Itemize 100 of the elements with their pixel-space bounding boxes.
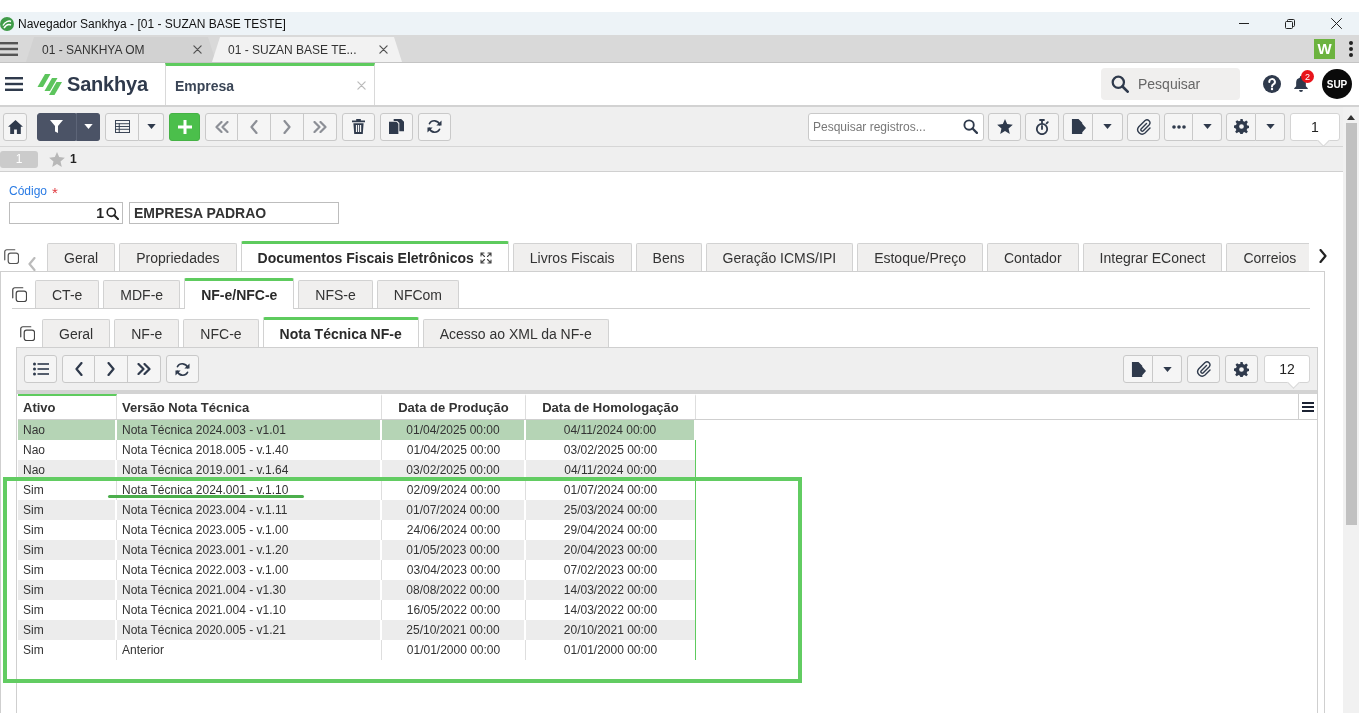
chevron-left-icon — [74, 362, 83, 376]
tab[interactable]: Propriedades — [119, 243, 237, 271]
record-count: 12 — [1264, 355, 1310, 389]
table-cell: Sim — [18, 640, 117, 660]
tab[interactable]: Geração ICMS/IPI — [705, 243, 854, 271]
list-button[interactable] — [24, 355, 57, 383]
duplicate-button[interactable] — [380, 112, 413, 141]
tab[interactable]: CT-e — [35, 280, 100, 308]
table-cell: 01/01/2000 00:00 — [526, 640, 696, 660]
expand-icon — [479, 252, 492, 264]
tab[interactable]: Integrar EConect — [1082, 243, 1223, 271]
chevron-left-icon — [250, 119, 258, 134]
trash-icon — [352, 119, 365, 134]
chevron-right-icon — [107, 362, 115, 376]
settings-icon — [1233, 119, 1249, 134]
required-mark: * — [52, 183, 58, 200]
tab[interactable]: Documentos Fiscais Eletrônicos — [240, 241, 509, 271]
minimize-icon — [1239, 23, 1249, 24]
favorite-button[interactable] — [988, 112, 1021, 141]
chevron-right-icon — [1319, 249, 1327, 263]
code-field[interactable]: 1 — [9, 202, 123, 224]
scroll-up-arrow-icon — [1347, 115, 1355, 120]
favorites-count: 1 — [70, 152, 77, 166]
scrollbar[interactable] — [1343, 107, 1359, 713]
search-icon — [963, 119, 978, 134]
copy-icon — [4, 249, 19, 264]
double-chevron-right-icon — [313, 120, 327, 133]
copy-icon — [20, 326, 35, 341]
stopwatch-icon — [1035, 118, 1049, 135]
restore-icon — [1285, 18, 1295, 29]
tab[interactable]: MDF-e — [103, 280, 181, 308]
dropdown-button[interactable] — [76, 112, 100, 141]
scrollbar-thumb[interactable] — [1345, 123, 1357, 525]
tab[interactable]: Correios — [1226, 243, 1309, 271]
export-button[interactable] — [1123, 355, 1153, 383]
table-row[interactable]: Sim Nota Técnica 2020.005 - v1.21 25/10/2021 00:00 20/10/2021 00:00 — [18, 620, 696, 640]
add-button[interactable] — [169, 112, 200, 141]
column-header[interactable]: Data de Produção — [382, 394, 526, 419]
chevron-left-icon — [28, 257, 36, 271]
delete-button[interactable] — [342, 112, 375, 141]
copy-icon — [12, 287, 27, 302]
refresh-button[interactable] — [166, 355, 199, 383]
tab[interactable]: NFCom — [376, 280, 460, 308]
next-button[interactable] — [95, 355, 128, 383]
settings-button[interactable] — [1225, 355, 1258, 383]
previous-button[interactable] — [62, 355, 95, 383]
chevron-right-icon — [283, 119, 291, 134]
search-field[interactable]: Pesquisar registros... — [808, 112, 984, 141]
more-button[interactable] — [1164, 112, 1193, 141]
paperclip-icon — [1135, 118, 1152, 135]
close-icon — [356, 81, 366, 90]
tab[interactable]: Bens — [635, 243, 702, 271]
screen-tab[interactable]: Empresa — [164, 63, 375, 105]
tab[interactable]: Nota Técnica NF-e — [262, 317, 419, 348]
browser-tab[interactable]: 01 - SUZAN BASE TE... — [212, 37, 402, 62]
last-button[interactable] — [128, 355, 161, 383]
attach-button[interactable] — [1127, 112, 1160, 141]
browser-tab[interactable]: 01 - SANKHYA OM — [26, 37, 216, 62]
paperclip-icon — [1195, 361, 1212, 377]
avatar[interactable]: SUP — [1322, 69, 1352, 99]
brand-name: Sankhya — [67, 72, 148, 96]
tab[interactable]: Geral — [42, 319, 111, 347]
tab[interactable]: Contador — [986, 243, 1079, 271]
search-field[interactable]: Pesquisar — [1101, 68, 1240, 100]
grid-view-button[interactable] — [105, 112, 139, 141]
table-row[interactable]: Sim Nota Técnica 2023.004 - v.1.11 01/07/2024 00:00 25/03/2024 00:00 — [18, 500, 696, 520]
timer-button[interactable] — [1025, 112, 1059, 141]
notification-badge: 2 — [1301, 70, 1314, 83]
refresh-icon — [175, 361, 190, 377]
plus-icon — [177, 119, 192, 134]
settings-button[interactable] — [1226, 112, 1256, 141]
kebab-menu-icon — [1349, 40, 1353, 57]
table-row[interactable]: Sim Nota Técnica 2021.004 - v1.30 08/08/2022 00:00 14/03/2022 00:00 — [18, 580, 696, 600]
tab[interactable]: Acesso ao XML da NF-e — [422, 319, 609, 347]
tab[interactable]: Geral — [47, 243, 116, 271]
table-row[interactable]: Nao Nota Técnica 2019.001 - v.1.64 03/02/2025 00:00 04/11/2024 00:00 — [18, 460, 696, 480]
tab[interactable]: Livros Fiscais — [512, 243, 632, 271]
field-label: Código — [9, 184, 48, 198]
close-icon — [1330, 18, 1342, 29]
column-header[interactable]: Data de Homologação — [526, 394, 696, 419]
filter-button[interactable] — [37, 112, 76, 141]
app-icon — [0, 16, 14, 31]
tab[interactable]: NFC-e — [183, 319, 259, 347]
tab[interactable]: NF-e — [114, 319, 180, 347]
menu-icon — [5, 77, 23, 91]
export-button[interactable] — [1063, 112, 1093, 141]
column-header[interactable]: Versão Nota Técnica — [117, 394, 382, 419]
tab[interactable]: NF-e/NFC-e — [184, 278, 295, 309]
tab[interactable]: NFS-e — [298, 280, 373, 308]
refresh-button[interactable] — [418, 112, 451, 141]
list-icon — [32, 362, 49, 376]
more-icon — [1171, 124, 1186, 129]
attach-button[interactable] — [1187, 355, 1220, 383]
tab[interactable]: Estoque/Preço — [857, 243, 983, 271]
record-count: 1 — [1290, 112, 1340, 147]
description-field[interactable]: EMPRESA PADRAO — [129, 202, 339, 224]
home-button[interactable] — [3, 112, 27, 141]
table-row[interactable]: Nao Nota Técnica 2024.003 - v1.01 01/04/2025 00:00 04/11/2024 00:00 — [18, 420, 696, 440]
table-row[interactable]: Sim Nota Técnica 2023.001 - v.1.20 01/05/2023 00:00 20/04/2023 00:00 — [18, 540, 696, 560]
menu-icon — [0, 41, 18, 56]
